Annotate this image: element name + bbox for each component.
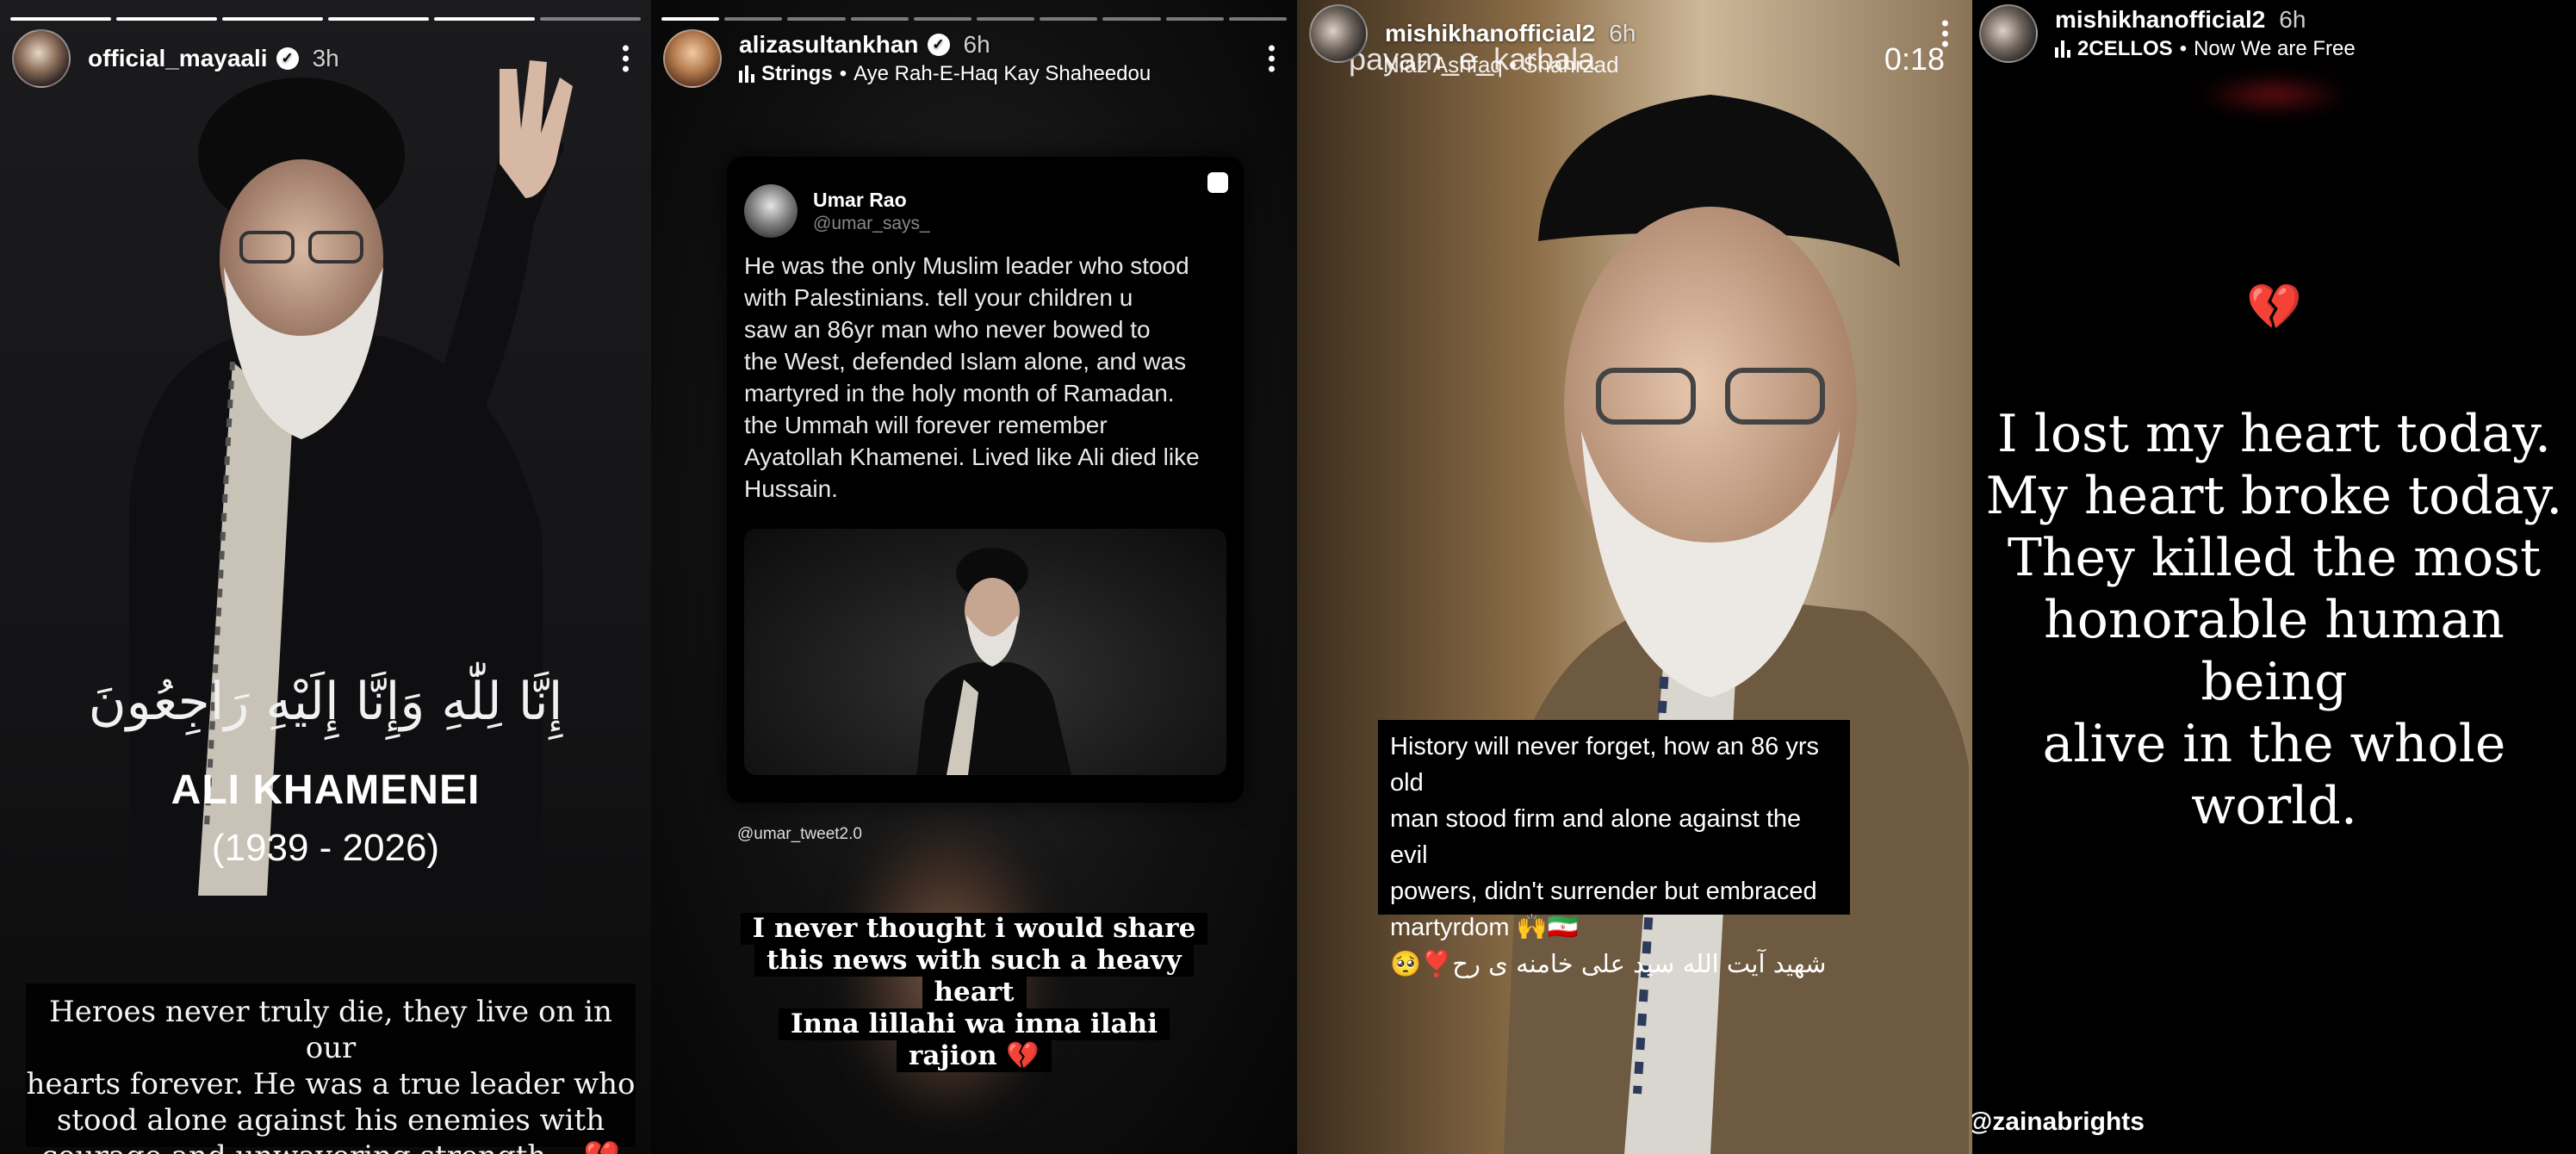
post-time: 6h	[1609, 20, 1636, 47]
story-header: alizasultankhan ✓ 6h Strings • Aye Rah-E…	[663, 24, 1285, 93]
credit-handle[interactable]: @umar_tweet2.0	[737, 825, 862, 844]
tweet-avatar	[744, 184, 798, 238]
leader-portrait-video	[1504, 95, 1969, 1154]
music-bars-icon	[2055, 40, 2070, 58]
post-time: 3h	[312, 45, 339, 71]
username[interactable]: official_mayaali	[88, 45, 268, 72]
username[interactable]: mishikhanofficial2	[2055, 6, 2265, 34]
story-header: mishikhanofficial2 6h 2CELLOS • Now We a…	[1979, 3, 2564, 64]
music-bars-icon	[739, 65, 754, 83]
more-options-icon[interactable]	[1266, 45, 1276, 72]
mention-handle[interactable]: @zainabrights	[1972, 1107, 2145, 1137]
avatar[interactable]	[1309, 4, 1368, 63]
story-caption: History will never forget, how an 86 yrs…	[1378, 720, 1850, 978]
broken-heart-icon: 💔	[2246, 282, 2302, 332]
music-attribution[interactable]: 2CELLOS • Now We are Free	[2055, 37, 2356, 61]
memorial-years: (1939 - 2026)	[211, 827, 440, 869]
story-header: official_mayaali ✓ 3h	[12, 24, 639, 93]
tweet-author-name: Umar Rao	[813, 188, 907, 211]
arabic-verse: إِنَّا لِلّٰهِ وَإِنَّا إِلَيْهِ رَاجِعُ…	[88, 672, 563, 732]
story-panel-2[interactable]: alizasultankhan ✓ 6h Strings • Aye Rah-E…	[651, 0, 1297, 1154]
music-attribution[interactable]: Strings • Aye Rah-E-Haq Kay Shaheedou	[739, 62, 1151, 86]
story-progress-bar	[0, 17, 651, 21]
username[interactable]: mishikhanofficial2	[1385, 20, 1595, 47]
post-time: 6h	[2279, 6, 2306, 33]
post-time: 6h	[963, 31, 990, 58]
story-panel-4[interactable]: mishikhanofficial2 6h 2CELLOS • Now We a…	[1972, 0, 2576, 1154]
tweet-author-handle: @umar_says_	[813, 213, 930, 233]
avatar[interactable]	[663, 29, 722, 88]
story-panel-3[interactable]: payam_e_karbala Niaz Ashfaq • Shahrzad 0…	[1297, 0, 1972, 1154]
more-options-icon[interactable]	[1940, 20, 1950, 47]
story-text: I lost my heart today. My heart broke to…	[1985, 404, 2563, 836]
memorial-name: ALI KHAMENEI	[171, 767, 481, 813]
verified-badge-icon: ✓	[927, 34, 950, 56]
story-header: mishikhanofficial2 6h	[1309, 3, 1960, 64]
red-glow-decoration	[2196, 78, 2351, 112]
more-options-icon[interactable]	[620, 45, 630, 72]
tweet-card: Umar Rao @umar_says_ He was the only Mus…	[727, 157, 1244, 803]
copy-icon	[1207, 172, 1228, 193]
tweet-image	[744, 529, 1226, 775]
avatar[interactable]	[12, 29, 71, 88]
username[interactable]: alizasultankhan	[739, 31, 919, 59]
tweet-text: He was the only Muslim leader who stood …	[744, 252, 1200, 502]
story-panel-1[interactable]: official_mayaali ✓ 3h إِنَّا لِلّٰهِ وَإ…	[0, 0, 651, 1154]
story-progress-bar	[651, 17, 1297, 21]
story-caption: Heroes never truly die, they live on in …	[26, 983, 636, 1154]
story-text-overlay: I never thought i would share this news …	[651, 913, 1297, 1072]
avatar[interactable]	[1979, 4, 2038, 63]
verified-badge-icon: ✓	[276, 47, 299, 70]
